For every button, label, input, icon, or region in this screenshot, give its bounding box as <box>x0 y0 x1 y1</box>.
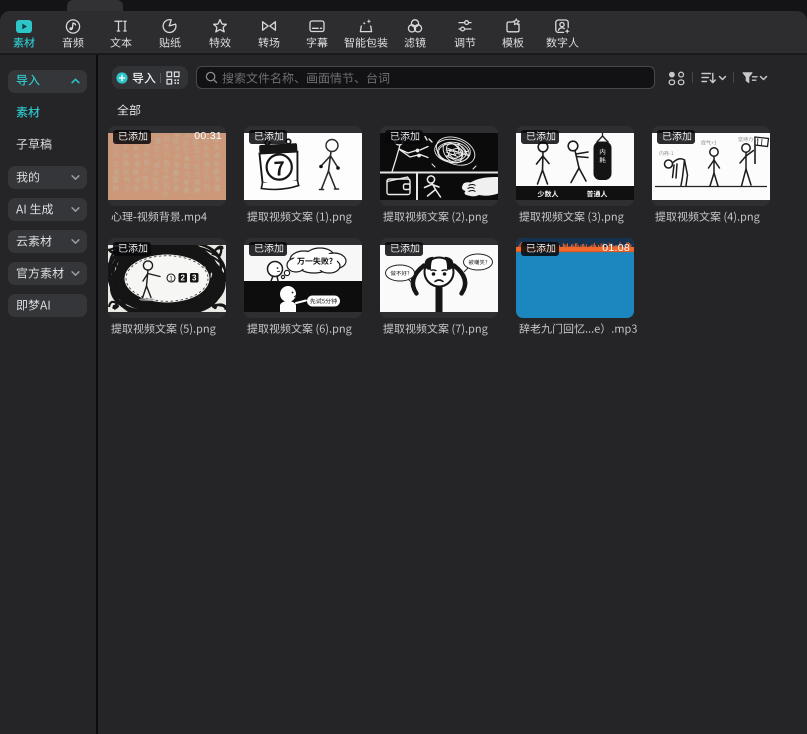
svg-text:3: 3 <box>192 273 197 282</box>
svg-text:1: 1 <box>169 275 173 282</box>
svg-text:2: 2 <box>180 273 185 282</box>
